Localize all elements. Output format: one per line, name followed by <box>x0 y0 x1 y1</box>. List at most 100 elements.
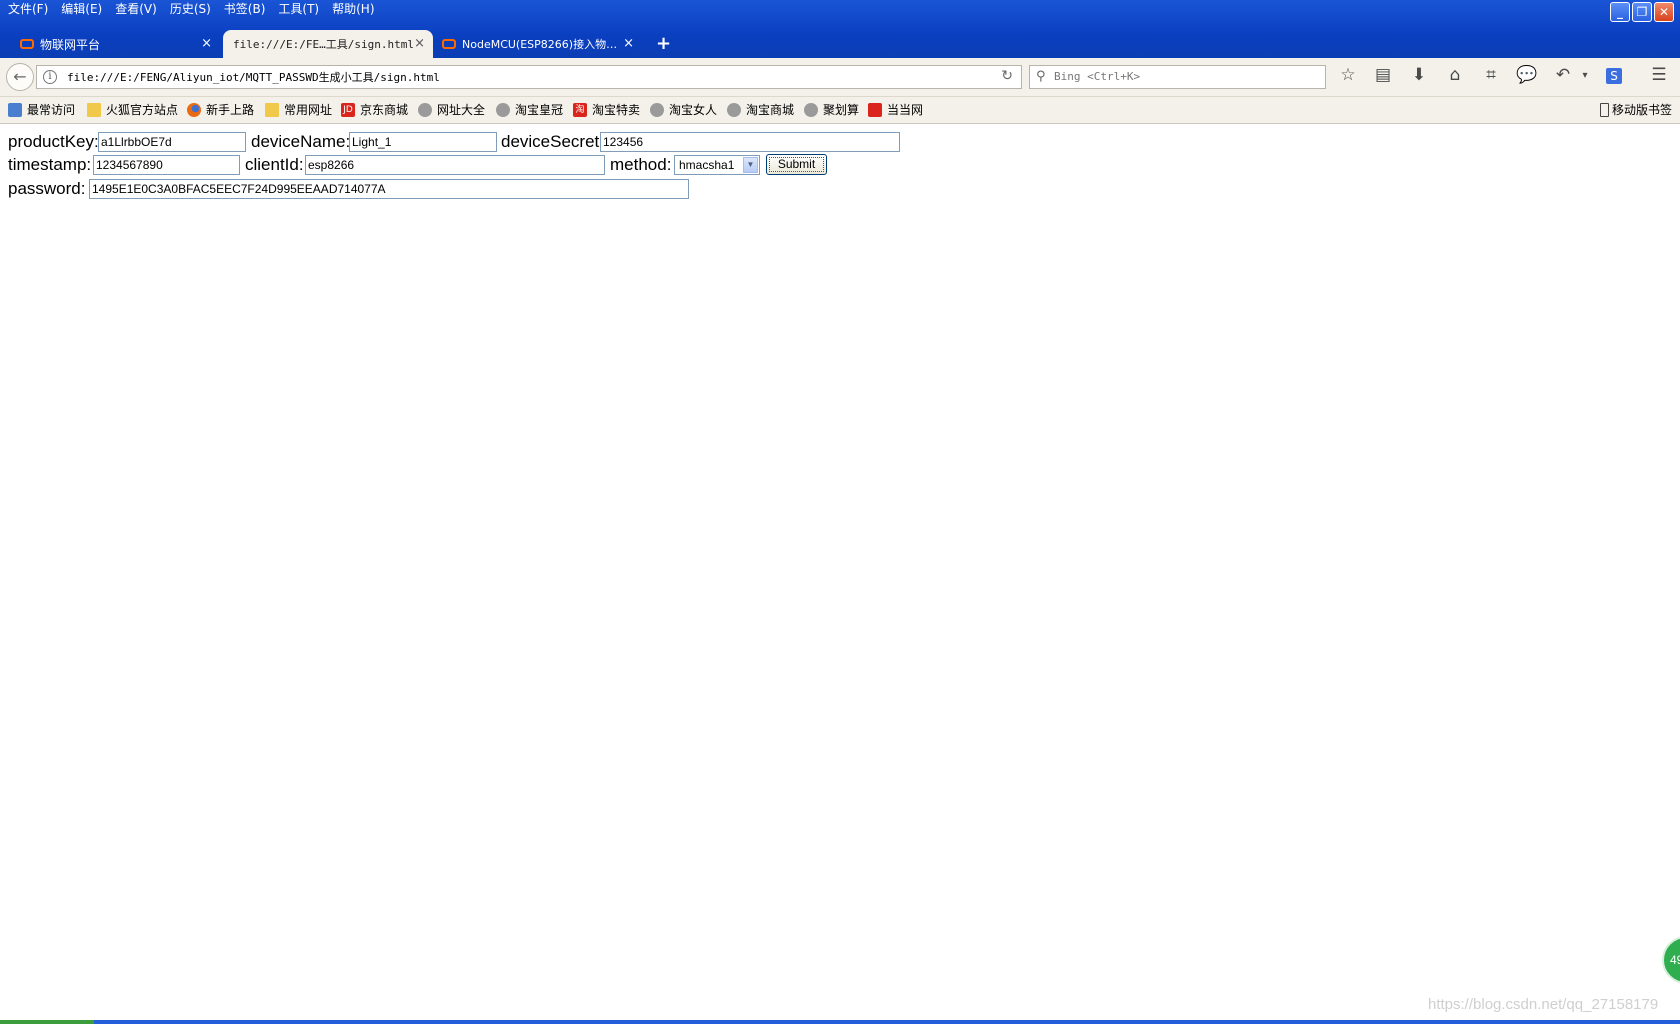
menu-bar: 文件(F) 编辑(E) 查看(V) 历史(S) 书签(B) 工具(T) 帮助(H… <box>4 0 384 20</box>
method-label: method: <box>610 155 672 174</box>
devicename-input[interactable] <box>349 132 497 152</box>
bookmark-item[interactable]: 聚划算 <box>804 101 859 118</box>
page-content: productKey: deviceName: deviceSecret: ti… <box>0 124 1680 1024</box>
folder-icon <box>265 102 279 117</box>
bookmark-label: 京东商城 <box>360 103 409 117</box>
window-controls: _ ❐ ✕ <box>1610 2 1674 22</box>
dropdown-icon[interactable]: ▾ <box>1574 70 1596 81</box>
tab-label: 物联网平台 <box>40 37 101 52</box>
timestamp-label: timestamp: <box>8 155 92 174</box>
devicesecret-input[interactable] <box>600 132 900 152</box>
tab-nodemcu[interactable]: NodeMCU(ESP8266)接入物… × <box>442 30 642 58</box>
menu-edit[interactable]: 编辑(E) <box>57 0 111 20</box>
reading-list-icon[interactable]: ▤ <box>1372 65 1394 85</box>
extension-s-icon[interactable]: S <box>1606 68 1622 84</box>
productkey-label: productKey: <box>8 132 99 151</box>
url-bar[interactable]: i file:///E:/FENG/Aliyun_iot/MQTT_PASSWD… <box>36 65 1022 89</box>
tab-close-icon[interactable]: × <box>414 36 425 51</box>
bookmark-item[interactable]: 网址大全 <box>418 101 485 118</box>
back-button[interactable]: ← <box>6 63 34 91</box>
tab-strip: 物联网平台 × file:///E:/FE…工具/sign.html × Nod… <box>0 30 1680 58</box>
menu-help[interactable]: 帮助(H) <box>328 0 383 20</box>
password-label: password: <box>8 179 86 198</box>
screenshot-icon[interactable]: ⌗ <box>1480 65 1502 85</box>
method-selected-value: hmacsha1 <box>679 158 735 172</box>
new-tab-button[interactable]: + <box>656 33 671 54</box>
bookmark-label: 火狐官方站点 <box>106 103 179 117</box>
menu-bookmarks[interactable]: 书签(B) <box>220 0 275 20</box>
bookmark-item[interactable]: 常用网址 <box>265 101 332 118</box>
firefox-icon <box>187 102 201 117</box>
search-placeholder[interactable]: Bing <Ctrl+K> <box>1054 70 1140 83</box>
bookmark-item[interactable]: 最常访问 <box>8 101 75 118</box>
bookmark-item[interactable]: JD 京东商城 <box>341 101 408 118</box>
bookmark-star-icon[interactable]: ☆ <box>1337 65 1359 85</box>
bookmark-label: 淘宝商城 <box>746 103 795 117</box>
bookmark-label: 最常访问 <box>27 103 76 117</box>
reload-icon[interactable]: ↻ <box>1001 68 1013 84</box>
taskbar <box>0 1020 1680 1024</box>
method-select[interactable]: hmacsha1 ▼ <box>674 155 760 175</box>
tab-close-icon[interactable]: × <box>201 36 212 51</box>
tab-label: NodeMCU(ESP8266)接入物… <box>462 38 618 51</box>
productkey-input[interactable] <box>98 132 246 152</box>
watermark-text: https://blog.csdn.net/qq_27158179 <box>1428 996 1659 1013</box>
search-icon: ⚲ <box>1036 69 1046 84</box>
window-titlebar: 文件(F) 编辑(E) 查看(V) 历史(S) 书签(B) 工具(T) 帮助(H… <box>0 0 1680 58</box>
menu-view[interactable]: 查看(V) <box>111 0 166 20</box>
clientid-label: clientId: <box>245 155 304 174</box>
tab-sign-html[interactable]: file:///E:/FE…工具/sign.html × <box>223 30 433 58</box>
bookmark-item[interactable]: 淘宝商城 <box>727 101 794 118</box>
bookmark-item[interactable]: 当当网 <box>868 101 923 118</box>
bookmark-label: 淘宝女人 <box>669 103 718 117</box>
bookmark-label: 淘宝特卖 <box>592 103 641 117</box>
search-bar[interactable]: ⚲ Bing <Ctrl+K> <box>1029 65 1326 89</box>
taobao-icon: 淘 <box>573 102 587 117</box>
bookmark-label: 移动版书签 <box>1612 103 1673 117</box>
bookmark-item[interactable]: 火狐官方站点 <box>87 101 178 118</box>
bookmark-item[interactable]: 淘淘宝特卖 <box>573 101 640 118</box>
bookmark-label: 聚划算 <box>823 103 860 117</box>
tab-iot-platform[interactable]: 物联网平台 × <box>20 30 220 58</box>
globe-icon <box>418 102 432 117</box>
menu-file[interactable]: 文件(F) <box>4 0 57 20</box>
menu-history[interactable]: 历史(S) <box>166 0 220 20</box>
bookmark-label: 常用网址 <box>284 103 333 117</box>
devicesecret-label: deviceSecret: <box>501 132 604 151</box>
globe-icon <box>727 102 741 117</box>
close-window-button[interactable]: ✕ <box>1654 2 1674 22</box>
home-icon[interactable]: ⌂ <box>1444 65 1466 85</box>
password-output[interactable] <box>89 179 689 199</box>
bookmark-item[interactable]: 新手上路 <box>187 101 254 118</box>
globe-icon <box>496 102 510 117</box>
bookmarks-toolbar: 最常访问 火狐官方站点 新手上路 常用网址 JD 京东商城 网址大全 淘宝皇冠 淘… <box>0 97 1680 124</box>
info-icon[interactable]: i <box>43 70 57 84</box>
undo-icon[interactable]: ↶ <box>1552 65 1574 85</box>
jd-icon: JD <box>341 102 355 117</box>
bookmark-label: 网址大全 <box>437 103 486 117</box>
chevron-down-icon[interactable]: ▼ <box>743 157 758 173</box>
minimize-button[interactable]: _ <box>1610 2 1630 22</box>
url-text[interactable]: file:///E:/FENG/Aliyun_iot/MQTT_PASSWD生成… <box>67 69 440 85</box>
chat-icon[interactable]: 💬 <box>1516 65 1538 85</box>
aliyun-icon <box>20 39 34 49</box>
start-button[interactable] <box>0 1020 94 1024</box>
dangdang-icon <box>868 102 882 117</box>
hamburger-menu-icon[interactable]: ☰ <box>1648 65 1670 85</box>
devicename-label: deviceName: <box>251 132 351 151</box>
menu-tools[interactable]: 工具(T) <box>274 0 328 20</box>
mobile-bookmarks[interactable]: 移动版书签 <box>1600 101 1672 118</box>
bookmark-item[interactable]: 淘宝女人 <box>650 101 717 118</box>
tab-label: file:///E:/FE…工具/sign.html <box>233 38 414 51</box>
download-icon[interactable]: ⬇ <box>1408 65 1430 85</box>
bookmark-label: 淘宝皇冠 <box>515 103 564 117</box>
clientid-input[interactable] <box>305 155 605 175</box>
bookmark-item[interactable]: 淘宝皇冠 <box>496 101 563 118</box>
bookmark-label: 新手上路 <box>206 103 255 117</box>
restore-button[interactable]: ❐ <box>1632 2 1652 22</box>
mobile-icon <box>1600 102 1609 117</box>
tab-close-icon[interactable]: × <box>623 36 634 51</box>
timestamp-input[interactable] <box>93 155 240 175</box>
submit-button[interactable]: Submit <box>766 154 827 175</box>
folder-icon <box>87 102 101 117</box>
